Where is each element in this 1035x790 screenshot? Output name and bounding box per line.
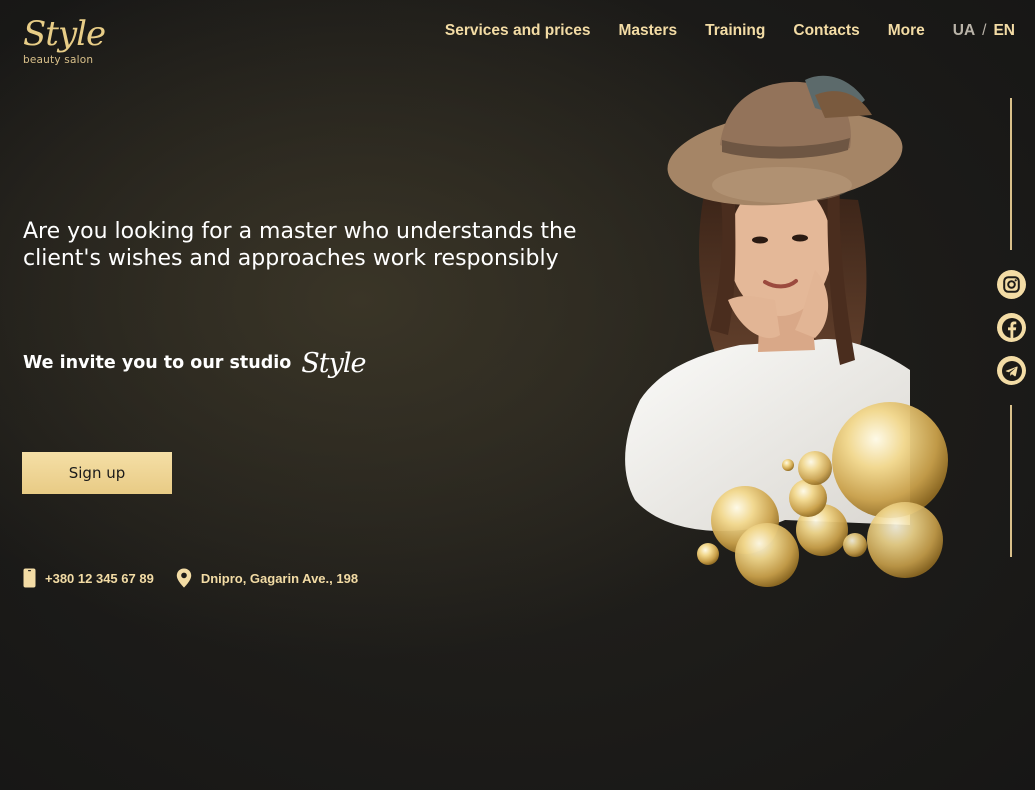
- location-pin-icon: [176, 568, 192, 588]
- telegram-icon: [1001, 360, 1023, 382]
- invite-text: We invite you to our studio: [23, 353, 292, 373]
- nav-item-masters[interactable]: Masters: [618, 22, 677, 40]
- instagram-icon: [1003, 276, 1020, 293]
- phone-number: +380 12 345 67 89: [45, 570, 154, 586]
- social-divider-top: [1010, 98, 1012, 250]
- instagram-link[interactable]: [997, 270, 1026, 299]
- invite-line: We invite you to our studio Style: [23, 343, 367, 383]
- main-nav: Services and prices Masters Training Con…: [445, 21, 1015, 41]
- phone-contact[interactable]: +380 12 345 67 89: [23, 568, 154, 588]
- logo[interactable]: Style beauty salon: [23, 14, 113, 70]
- nav-item-contacts[interactable]: Contacts: [793, 22, 859, 40]
- lang-ua[interactable]: UA: [953, 22, 975, 40]
- nav-item-services[interactable]: Services and prices: [445, 22, 591, 40]
- nav-item-training[interactable]: Training: [705, 22, 765, 40]
- invite-logo: Style: [301, 347, 366, 379]
- facebook-link[interactable]: [997, 313, 1026, 342]
- logo-subtitle: beauty salon: [23, 54, 94, 66]
- address-text: Dnipro, Gagarin Ave., 198: [200, 570, 359, 586]
- telegram-link[interactable]: [997, 356, 1026, 385]
- lang-en[interactable]: EN: [993, 22, 1015, 40]
- language-switcher: UA / EN: [953, 22, 1015, 40]
- logo-script: Style: [23, 14, 106, 54]
- hero-photo: [610, 70, 955, 595]
- lang-separator: /: [982, 22, 987, 39]
- contacts-row: +380 12 345 67 89 Dnipro, Gagarin Ave., …: [23, 568, 380, 588]
- facebook-icon: [1001, 317, 1023, 339]
- address-contact[interactable]: Dnipro, Gagarin Ave., 198: [176, 568, 358, 588]
- phone-icon: [23, 568, 36, 588]
- hero-headline: Are you looking for a master who underst…: [23, 219, 577, 271]
- nav-item-more[interactable]: More: [888, 22, 925, 40]
- sign-up-button[interactable]: Sign up: [22, 452, 172, 494]
- social-divider-bottom: [1010, 405, 1012, 557]
